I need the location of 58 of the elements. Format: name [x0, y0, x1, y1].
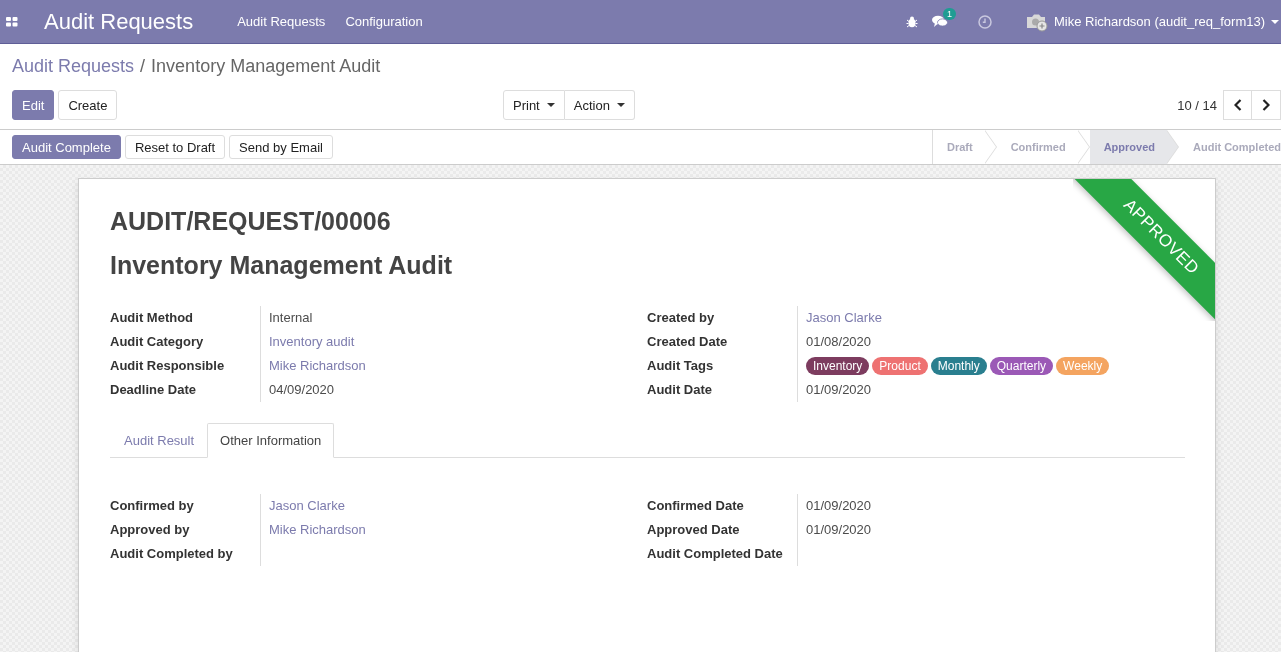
field-label: Created by	[647, 309, 716, 327]
field-value: 04/09/2020	[269, 382, 335, 397]
nav-menu-item[interactable]: Audit Requests	[237, 14, 326, 29]
tag: Monthly	[930, 357, 987, 375]
message-count-badge: 1	[943, 8, 957, 20]
field-label: Confirmed by	[110, 497, 195, 515]
field-link[interactable]: Jason Clarke	[806, 310, 882, 325]
field-label: Deadline Date	[110, 381, 197, 399]
create-button[interactable]: Create	[58, 90, 118, 120]
chevron-right-icon	[1262, 99, 1270, 111]
app-title: Audit Requests	[44, 8, 194, 35]
field-label: Audit Category	[110, 333, 205, 351]
next-button[interactable]	[1252, 90, 1281, 120]
field-label: Created Date	[647, 333, 729, 351]
bug-icon[interactable]	[906, 15, 918, 28]
status-action-button[interactable]: Audit Complete	[12, 135, 121, 159]
field-label: Approved by	[110, 521, 191, 539]
stage-step[interactable]: Approved	[1089, 130, 1179, 164]
nav-menu-item[interactable]: Configuration	[345, 14, 423, 29]
tag: Quarterly	[989, 357, 1054, 375]
tab[interactable]: Audit Result	[111, 423, 208, 458]
status-action-button[interactable]: Reset to Draft	[124, 135, 226, 159]
status-action-button[interactable]: Send by Email	[229, 135, 333, 159]
dropdown-button[interactable]: Action	[564, 90, 635, 120]
tag: Weekly	[1056, 357, 1110, 375]
field-label: Audit Method	[110, 309, 195, 327]
field-label: Confirmed Date	[647, 497, 745, 515]
dropdown-button[interactable]: Print	[503, 90, 565, 120]
breadcrumb-current: Inventory Management Audit	[151, 56, 381, 78]
field-link[interactable]: Inventory audit	[269, 334, 355, 349]
chat-icon[interactable]	[932, 15, 948, 28]
chevron-left-icon	[1233, 99, 1242, 111]
field-link[interactable]: Mike Richardson	[269, 358, 366, 373]
field-value: 01/09/2020	[806, 498, 872, 513]
breadcrumb-link[interactable]: Audit Requests	[12, 56, 135, 78]
field-label: Approved Date	[647, 521, 741, 539]
edit-button[interactable]: Edit	[12, 90, 55, 120]
field-value: 01/09/2020	[806, 522, 872, 537]
apps-menu-icon[interactable]	[6, 16, 18, 27]
field-value: Internal	[269, 310, 313, 325]
field-label: Audit Date	[647, 381, 713, 399]
previous-button[interactable]	[1223, 90, 1252, 120]
record-title: Inventory Management Audit	[110, 251, 454, 280]
field-value: 01/09/2020	[806, 382, 872, 397]
pager-counter: 10 / 14	[1177, 97, 1217, 113]
tab[interactable]: Other Information	[207, 423, 335, 458]
field-label: Audit Completed Date	[647, 545, 784, 563]
field-label: Audit Tags	[647, 357, 715, 375]
tag: Product	[872, 357, 928, 375]
tag: Inventory	[806, 357, 870, 375]
field-link[interactable]: Jason Clarke	[269, 498, 345, 513]
clock-icon[interactable]	[978, 14, 992, 29]
field-label: Audit Responsible	[110, 357, 226, 375]
field-link[interactable]: Mike Richardson	[269, 522, 366, 537]
user-menu[interactable]: Mike Richardson (audit_req_form13)	[1054, 14, 1279, 29]
breadcrumb-separator: /	[140, 56, 146, 78]
field-value: 01/08/2020	[806, 334, 872, 349]
field-label: Audit Completed by	[110, 545, 234, 563]
